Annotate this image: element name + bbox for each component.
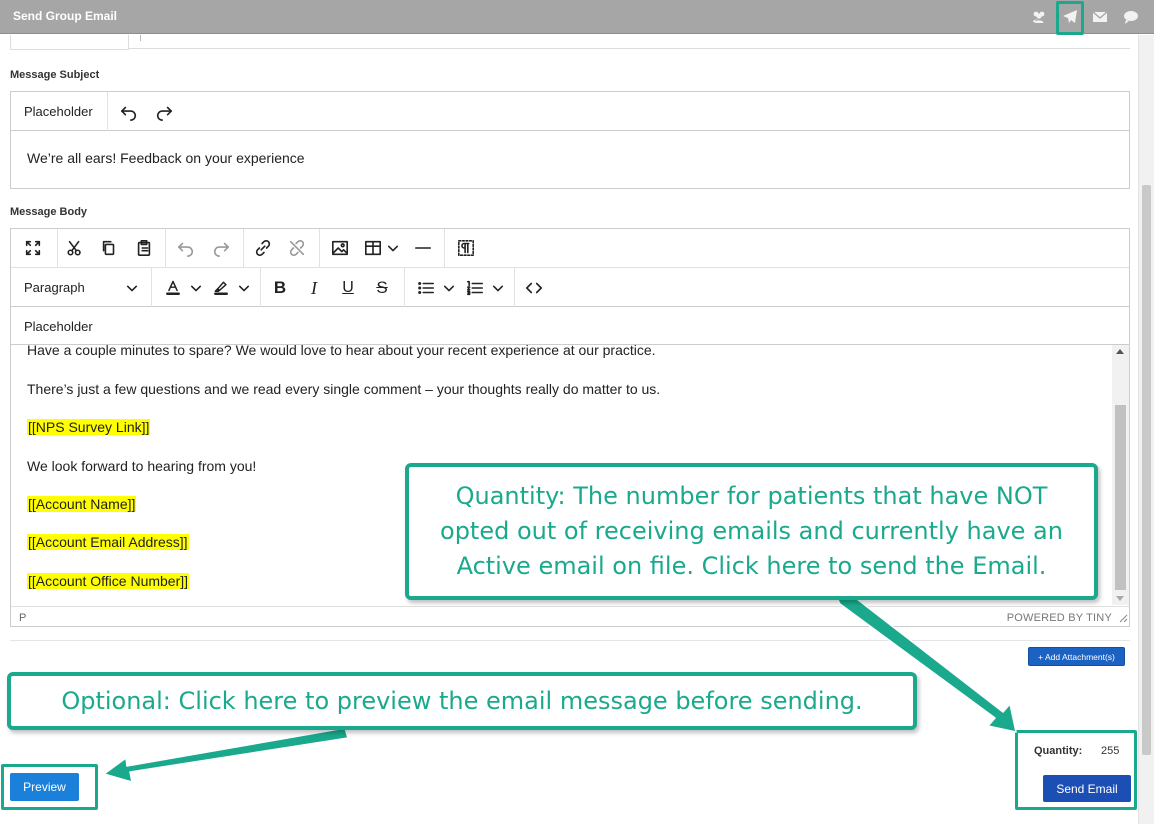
resize-handle-icon[interactable] <box>1119 614 1128 623</box>
body-label: Message Body <box>10 206 88 218</box>
block-format-select[interactable]: Paragraph <box>24 280 85 295</box>
image-icon[interactable] <box>330 238 350 258</box>
page-scrollbar-thumb[interactable] <box>1142 185 1151 755</box>
preview-callout: Optional: Click here to preview the emai… <box>7 672 917 730</box>
page-scrollbar[interactable] <box>1138 35 1154 824</box>
chevron-down-icon[interactable] <box>386 238 400 258</box>
chevron-down-icon[interactable] <box>442 278 456 298</box>
fullscreen-icon[interactable] <box>23 238 43 258</box>
users-icon[interactable] <box>1029 7 1049 27</box>
window-title: Send Group Email <box>13 9 118 23</box>
tab-strip <box>10 35 1130 49</box>
unlink-icon[interactable] <box>287 238 307 258</box>
toolbar-separator <box>319 229 320 268</box>
underline-icon[interactable]: U <box>338 277 358 299</box>
link-icon[interactable] <box>253 238 273 258</box>
tab-separator <box>140 35 150 41</box>
chevron-down-icon[interactable] <box>125 278 139 298</box>
strikethrough-icon[interactable]: S <box>372 277 392 299</box>
subject-label: Message Subject <box>10 69 100 81</box>
placeholder-tag-account-name[interactable]: [[Account Name]] <box>27 496 137 512</box>
redo-icon[interactable] <box>154 102 174 122</box>
send-icon-highlight <box>1056 1 1084 35</box>
chevron-down-icon[interactable] <box>491 278 505 298</box>
body-line[interactable]: Have a couple minutes to spare? We would… <box>27 342 656 358</box>
title-bar: Send Group Email <box>0 0 1154 34</box>
placeholder-tag[interactable]: [[Account Email Address]] <box>27 534 189 550</box>
chat-icon[interactable] <box>1121 7 1141 27</box>
quantity-callout: Quantity: The number for patients that h… <box>405 463 1098 600</box>
paste-icon[interactable] <box>134 238 154 258</box>
send-area-highlight <box>1015 730 1137 810</box>
placeholder-tag[interactable]: [[NPS Survey Link]] <box>27 419 151 435</box>
placeholder-tag-account-office[interactable]: [[Account Office Number]] <box>27 573 190 589</box>
toolbar-separator <box>165 229 166 268</box>
text-color-icon[interactable] <box>163 277 183 299</box>
body-line[interactable]: There’s just a few questions and we read… <box>27 381 660 397</box>
undo-icon[interactable] <box>176 238 196 258</box>
scroll-up-arrow[interactable] <box>1116 349 1124 354</box>
italic-icon[interactable]: I <box>304 277 324 299</box>
placeholder-tag-account-email[interactable]: [[Account Email Address]] <box>27 534 189 550</box>
numbered-list-icon[interactable] <box>465 277 485 299</box>
toolbar-separator <box>260 268 261 307</box>
toolbar-separator <box>514 268 515 307</box>
chevron-down-icon[interactable] <box>237 278 251 298</box>
section-divider <box>10 640 1130 641</box>
editor-scrollbar-thumb[interactable] <box>1115 405 1126 590</box>
scroll-down-arrow[interactable] <box>1116 596 1124 601</box>
powered-by-tiny[interactable]: POWERED BY TINY <box>1007 612 1112 624</box>
toolbar-separator <box>243 229 244 268</box>
body-line[interactable]: We look forward to hearing from you! <box>27 458 256 474</box>
placeholder-tag-nps-link[interactable]: [[NPS Survey Link]] <box>27 419 151 435</box>
placeholder-tag[interactable]: [[Account Office Number]] <box>27 573 190 589</box>
undo-icon[interactable] <box>119 102 139 122</box>
chevron-down-icon[interactable] <box>189 278 203 298</box>
bullet-list-icon[interactable] <box>416 277 436 299</box>
source-code-icon[interactable] <box>524 277 544 299</box>
horizontal-rule-icon[interactable] <box>413 238 433 258</box>
redo-icon[interactable] <box>211 238 231 258</box>
toolbar-separator <box>404 268 405 307</box>
preview-callout-text: Optional: Click here to preview the emai… <box>61 687 863 715</box>
body-toolbar-row-3 <box>11 307 1129 345</box>
envelope-icon[interactable] <box>1090 7 1110 27</box>
tab-message[interactable] <box>10 35 129 50</box>
subject-placeholder-button[interactable]: Placeholder <box>24 104 93 119</box>
toolbar-separator <box>444 229 445 268</box>
add-attachment-button[interactable]: + Add Attachment(s) <box>1028 647 1125 666</box>
table-icon[interactable] <box>363 238 383 258</box>
placeholder-tag[interactable]: [[Account Name]] <box>27 496 137 512</box>
bold-icon[interactable]: B <box>270 277 290 299</box>
preview-area-highlight <box>1 764 98 810</box>
subject-toolbar <box>11 92 1129 131</box>
toolbar-separator <box>107 92 108 131</box>
highlight-color-icon[interactable] <box>211 277 231 299</box>
subject-editor: Placeholder We’re all ears! Feedback on … <box>10 91 1130 189</box>
quantity-callout-text: Quantity: The number for patients that h… <box>440 482 1063 580</box>
toolbar-separator <box>151 268 152 307</box>
element-path[interactable]: P <box>19 612 26 624</box>
subject-input[interactable]: We’re all ears! Feedback on your experie… <box>27 150 305 166</box>
status-divider <box>11 606 1129 607</box>
body-placeholder-button[interactable]: Placeholder <box>24 319 93 334</box>
copy-icon[interactable] <box>99 238 119 258</box>
cut-icon[interactable] <box>65 238 85 258</box>
editor-scrollbar[interactable] <box>1112 345 1129 605</box>
show-blocks-icon[interactable] <box>456 238 476 258</box>
toolbar-separator <box>57 229 58 268</box>
